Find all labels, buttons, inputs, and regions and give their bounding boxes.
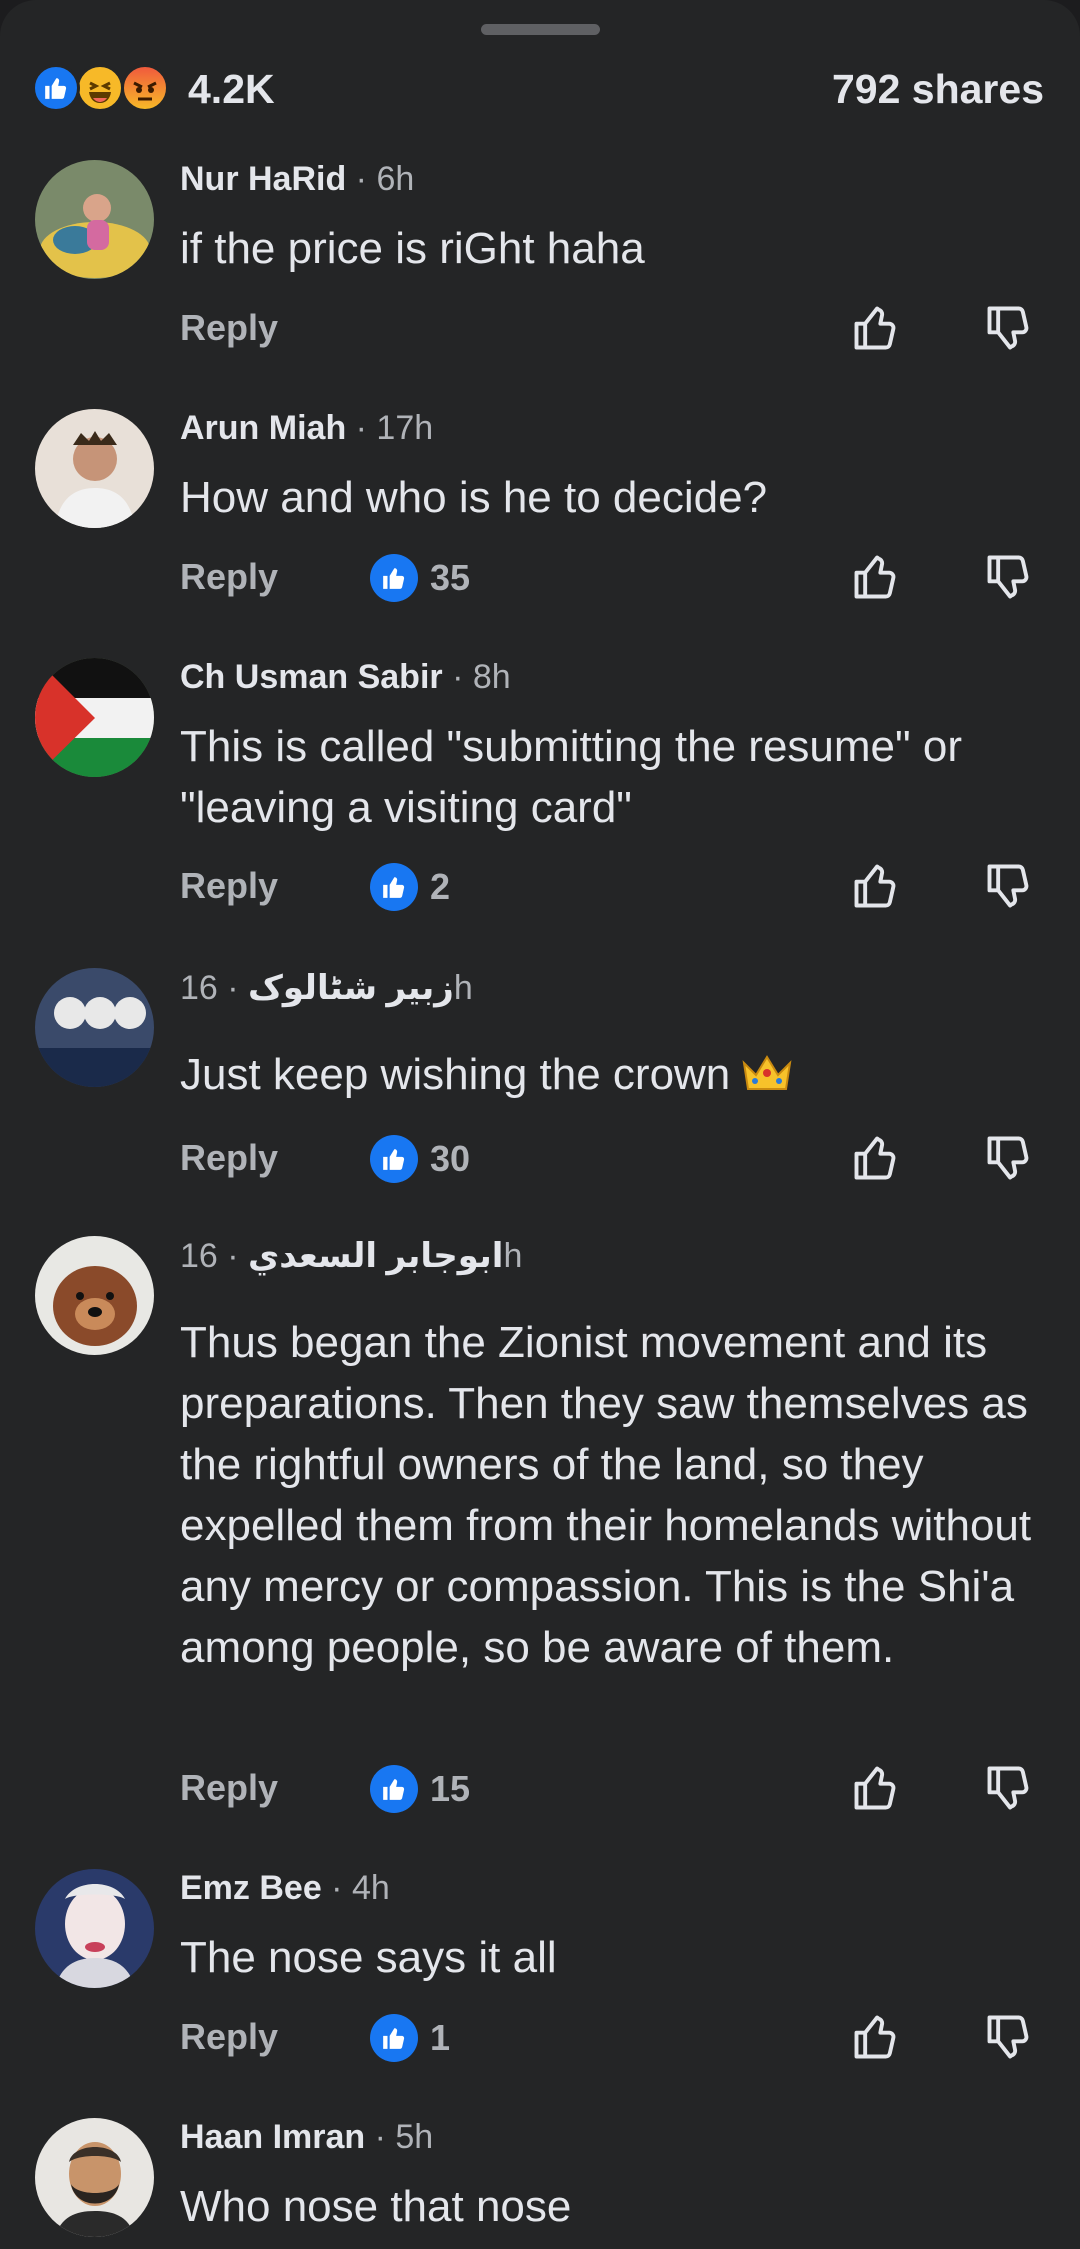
comment-text: Who nose that nose <box>180 2182 572 2231</box>
thumbs-down-icon[interactable] <box>983 551 1035 603</box>
comment-author[interactable]: Ch Usman Sabir <box>180 658 443 696</box>
reply-button[interactable]: Reply <box>180 556 278 598</box>
thumbs-down-icon[interactable] <box>983 1762 1035 1814</box>
comment-author[interactable]: زبیر شٹالوک <box>248 969 454 1007</box>
like-count: 1 <box>430 2017 451 2058</box>
comment-meta: ابوجابر السعدي · 16h <box>180 1236 522 1276</box>
comment-meta: Emz Bee · 4h <box>180 1869 390 1908</box>
thumbs-down-icon[interactable] <box>983 1132 1035 1184</box>
like-icon <box>370 2014 418 2062</box>
like-icon <box>370 1765 418 1813</box>
comment-author[interactable]: Arun Miah <box>180 409 346 447</box>
like-icon <box>370 863 418 911</box>
thumbs-down-icon[interactable] <box>983 302 1035 354</box>
comment-text: if the price is riGht haha <box>180 224 645 273</box>
comment-like-count[interactable]: 1 <box>370 2014 450 2062</box>
comment-meta: Ch Usman Sabir · 8h <box>180 658 511 697</box>
thumbs-up-icon[interactable] <box>850 551 902 603</box>
comment-author[interactable]: Haan Imran <box>180 2118 365 2156</box>
drag-handle[interactable] <box>481 24 600 35</box>
reply-button[interactable]: Reply <box>180 865 278 907</box>
avatar[interactable] <box>35 2118 154 2237</box>
comment-time: · 8h <box>442 658 511 696</box>
like-count: 35 <box>430 557 471 598</box>
comment-like-count[interactable]: 35 <box>370 554 470 602</box>
crown-emoji-icon <box>742 1055 792 1090</box>
comment-author[interactable]: ابوجابر السعدي <box>248 1237 503 1275</box>
comment-time: · 5h <box>365 2118 434 2156</box>
thumbs-up-icon[interactable] <box>850 2011 902 2063</box>
like-count: 15 <box>430 1768 471 1809</box>
avatar[interactable] <box>35 409 154 528</box>
comment-meta: زبیر شٹالوک · 16h <box>180 968 473 1008</box>
shares-count[interactable]: 792 shares <box>832 66 1044 113</box>
thumbs-up-icon[interactable] <box>850 1132 902 1184</box>
like-count: 30 <box>430 1138 471 1179</box>
thumbs-up-icon[interactable] <box>850 860 902 912</box>
comment-author[interactable]: Nur HaRid <box>180 160 346 198</box>
comment-author[interactable]: Emz Bee <box>180 1869 322 1907</box>
comment-time: · 6h <box>346 160 415 198</box>
comment-meta: Arun Miah · 17h <box>180 409 433 448</box>
thumbs-up-icon[interactable] <box>850 1762 902 1814</box>
reply-button[interactable]: Reply <box>180 2016 278 2058</box>
like-icon <box>370 1135 418 1183</box>
comment-text: Just keep wishing the crown <box>180 1044 1040 1105</box>
like-count: 2 <box>430 866 451 907</box>
reply-button[interactable]: Reply <box>180 1137 278 1179</box>
reactions-summary[interactable]: 4.2K 792 shares <box>32 62 1044 122</box>
reaction-count: 4.2K <box>188 66 275 112</box>
thumbs-down-icon[interactable] <box>983 860 1035 912</box>
avatar[interactable] <box>35 1236 154 1355</box>
comment-like-count[interactable]: 30 <box>370 1135 470 1183</box>
avatar[interactable] <box>35 160 154 279</box>
comment-text: The nose says it all <box>180 1933 557 1982</box>
avatar[interactable] <box>35 658 154 777</box>
comment-text: How and who is he to decide? <box>180 473 768 522</box>
thumbs-down-icon[interactable] <box>983 2011 1035 2063</box>
comment-meta: Haan Imran · 5h <box>180 2118 433 2157</box>
angry-icon <box>121 64 169 112</box>
reply-button[interactable]: Reply <box>180 307 278 349</box>
like-icon <box>32 64 80 112</box>
comment-time: · 4h <box>321 1869 390 1907</box>
comment-time: · 17h <box>346 409 434 447</box>
comment-like-count[interactable]: 2 <box>370 863 450 911</box>
comment-text: Thus began the Zionist movement and its … <box>180 1318 1032 1672</box>
avatar[interactable] <box>35 1869 154 1988</box>
comments-sheet: 4.2K 792 shares Nur HaRid · 6h if the pr… <box>0 0 1080 2249</box>
comment-meta: Nur HaRid · 6h <box>180 160 414 199</box>
comment-text: This is called "submitting the resume" o… <box>180 722 962 832</box>
like-icon <box>370 554 418 602</box>
comment-like-count[interactable]: 15 <box>370 1765 470 1813</box>
avatar[interactable] <box>35 968 154 1087</box>
comment-text-content: Just keep wishing the crown <box>180 1050 731 1099</box>
thumbs-up-icon[interactable] <box>850 302 902 354</box>
reply-button[interactable]: Reply <box>180 1767 278 1809</box>
reaction-icons <box>32 64 182 114</box>
haha-icon <box>76 64 124 112</box>
